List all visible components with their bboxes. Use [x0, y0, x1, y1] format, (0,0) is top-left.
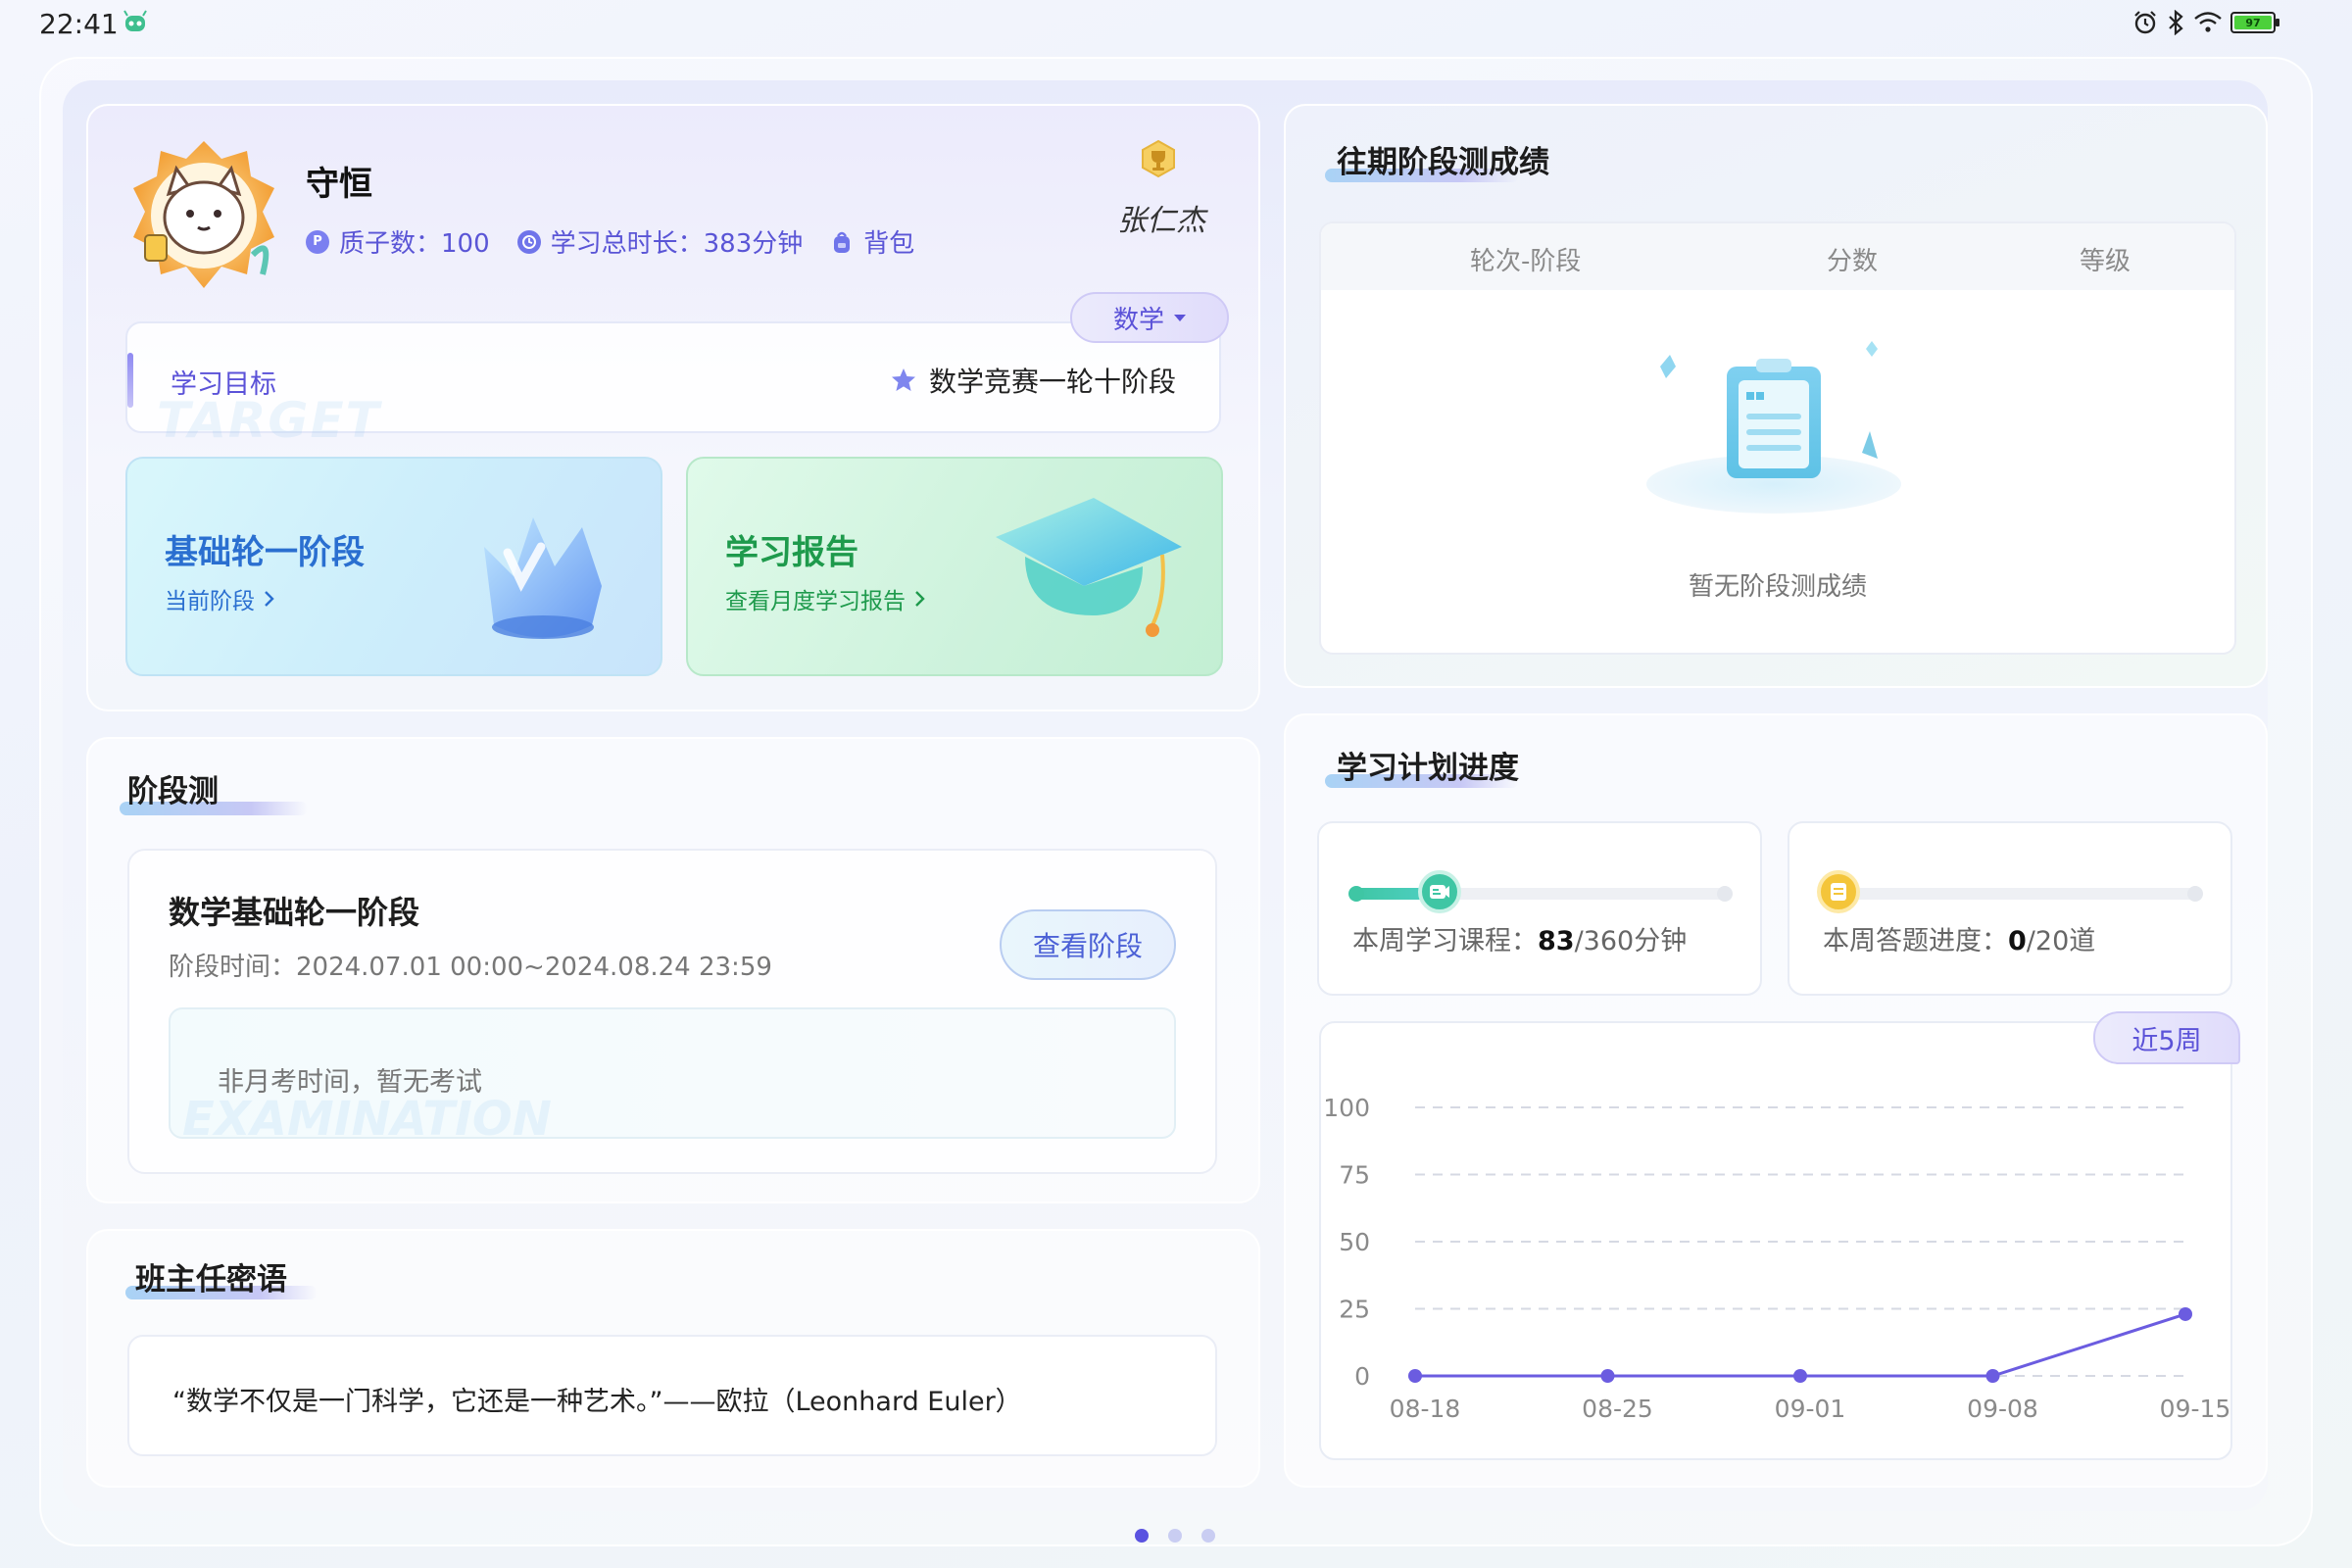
alarm-icon: [2134, 11, 2156, 34]
username: 守恒: [306, 165, 372, 204]
subject-selector[interactable]: 数学: [1070, 292, 1229, 343]
y-tick-label: 0: [1354, 1362, 1370, 1391]
series-line: [1415, 1312, 2186, 1378]
column-round-stage: 轮次-阶段: [1470, 247, 1582, 276]
quote-panel: “数学不仅是一门科学，它还是一种艺术。”——欧拉（Leonhard Euler）: [127, 1335, 1217, 1456]
bluetooth-icon: [2169, 10, 2183, 35]
scores-table-header: 轮次-阶段 分数 等级: [1321, 223, 2234, 290]
profile-stats: P 质子数：100 学习总时长：383分钟 背包: [306, 223, 942, 260]
weekly-course-progress: 本周学习课程：83/360分钟: [1317, 821, 1762, 996]
goal-accent-bar: [127, 353, 133, 408]
star-icon: [891, 368, 915, 391]
data-point: [1793, 1369, 1807, 1383]
answer-icon: [1817, 870, 1860, 913]
study-plan-title: 学习计划进度: [1337, 751, 1519, 786]
range-selector[interactable]: 近5周: [2093, 1011, 2240, 1064]
current-stage-link: 当前阶段: [165, 582, 276, 615]
learning-goal[interactable]: TARGET 学习目标 数学竞赛一轮十阶段: [125, 321, 1221, 449]
answer-progress-track: [1825, 888, 2195, 900]
y-tick-label: 25: [1339, 1296, 1370, 1324]
goal-label: 学习目标: [171, 369, 276, 400]
exam-title: 数学基础轮一阶段: [169, 894, 420, 931]
weekly-chart-panel: 100 75 50 25 0 08-18 08-25 09-01 09-08 09-15: [1319, 1021, 2232, 1460]
study-report-link: 查看月度学习报告: [725, 582, 927, 615]
status-time: 22:41: [39, 8, 119, 40]
current-stage-title: 基础轮一阶段: [165, 533, 365, 572]
trophy-medal-icon[interactable]: [1139, 139, 1178, 178]
caret-down-icon: [1174, 314, 1186, 321]
x-tick-label: 09-01: [1775, 1395, 1846, 1423]
view-stage-button[interactable]: 查看阶段: [1000, 909, 1176, 980]
scores-table: 轮次-阶段 分数 等级 暂无阶段测成绩: [1319, 221, 2236, 655]
y-tick-label: 50: [1339, 1228, 1370, 1256]
course-icon: [1417, 870, 1461, 913]
stat-study-time[interactable]: 学习总时长：383分钟: [516, 223, 804, 260]
column-grade: 等级: [2080, 247, 2132, 276]
data-point: [1600, 1369, 1615, 1383]
x-tick-label: 08-18: [1390, 1395, 1461, 1423]
wifi-icon: [2194, 12, 2222, 32]
graduation-cap-icon: [996, 498, 1182, 637]
no-exam-notice: EXAMINATION 非月考时间，暂无考试: [169, 1007, 1176, 1147]
study-line-chart: 100 75 50 25 0 08-18 08-25 09-01 09-08 09-15: [1323, 1094, 2231, 1423]
y-tick-label: 75: [1339, 1161, 1370, 1190]
no-exam-watermark: EXAMINATION: [182, 1092, 552, 1147]
teacher-quote: “数学不仅是一门科学，它还是一种艺术。”——欧拉（Leonhard Euler）: [172, 1387, 1022, 1417]
track-end-dot: [1717, 886, 1733, 902]
page-dot[interactable]: [1201, 1529, 1215, 1543]
data-point: [1985, 1369, 2000, 1383]
current-stage-tile[interactable]: 基础轮一阶段 当前阶段: [125, 457, 662, 676]
past-scores-title: 往期阶段测成绩: [1337, 145, 1549, 180]
x-tick-label: 09-08: [1967, 1395, 2038, 1423]
stat-backpack-label: 背包: [863, 229, 915, 259]
chevron-right-icon: [915, 591, 925, 607]
no-exam-text: 非月考时间，暂无考试: [218, 1067, 482, 1098]
clock-icon: [516, 229, 541, 254]
teacher-message-title: 班主任密语: [135, 1262, 287, 1298]
status-bar: 22:41 97: [0, 0, 2352, 49]
robot-icon: [123, 10, 147, 31]
stat-quark[interactable]: P 质子数：100: [306, 223, 490, 260]
stat-backpack[interactable]: 背包: [830, 223, 914, 260]
answer-progress-label: 本周答题进度：0/20道: [1823, 926, 2096, 956]
x-tick-label: 09-15: [2160, 1395, 2231, 1423]
stage-test-title: 阶段测: [127, 774, 219, 809]
empty-clipboard-icon: [1646, 341, 1901, 514]
weekly-answer-progress: 本周答题进度：0/20道: [1788, 821, 2232, 996]
study-report-title: 学习报告: [725, 533, 858, 572]
subject-label: 数学: [1112, 305, 1164, 335]
track-end-dot: [2187, 886, 2203, 902]
empty-scores-text: 暂无阶段测成绩: [1688, 572, 1867, 602]
page-dot[interactable]: [1135, 1529, 1149, 1543]
page-indicator: [1135, 1529, 1215, 1543]
avatar[interactable]: [125, 137, 282, 294]
data-point: [1408, 1369, 1422, 1383]
backpack-icon: [830, 230, 854, 254]
quark-icon: P: [306, 229, 329, 254]
study-report-tile[interactable]: 学习报告 查看月度学习报告: [686, 457, 1223, 676]
goal-value: 数学竞赛一轮十阶段: [890, 361, 1176, 400]
stat-quark-label: 质子数：100: [339, 229, 490, 259]
teacher-signature: 张仁杰: [1117, 204, 1205, 238]
y-tick-label: 100: [1323, 1094, 1370, 1122]
column-score: 分数: [1827, 247, 1879, 276]
exam-time: 阶段时间：2024.07.01 00:00~2024.08.24 23:59: [169, 953, 772, 982]
course-progress-label: 本周学习课程：83/360分钟: [1352, 926, 1688, 956]
x-tick-label: 08-25: [1582, 1395, 1653, 1423]
page-dot[interactable]: [1168, 1529, 1182, 1543]
course-progress-start-dot: [1348, 886, 1364, 902]
battery-icon: 97: [2230, 12, 2279, 33]
chevron-right-icon: [265, 591, 274, 607]
data-point: [2179, 1306, 2192, 1321]
stat-study-time-label: 学习总时长：383分钟: [550, 229, 804, 259]
goal-value-text: 数学竞赛一轮十阶段: [928, 366, 1176, 398]
crown-icon: [484, 517, 602, 639]
